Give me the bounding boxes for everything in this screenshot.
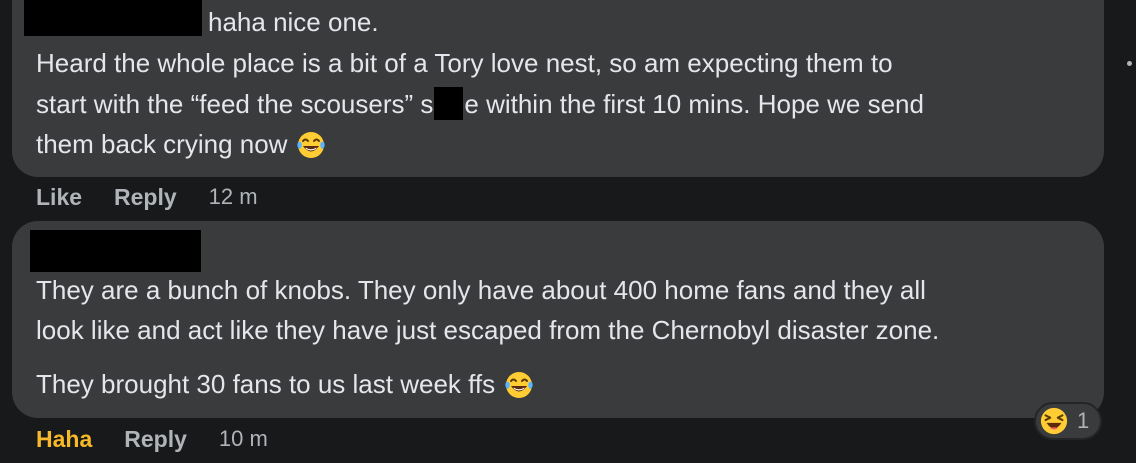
laughing-emoji xyxy=(1040,407,1068,435)
comment-text-line: They brought 30 fans to us last week ffs xyxy=(36,364,535,404)
like-button[interactable]: Like xyxy=(36,184,82,211)
comment-actions: Like Reply 12 m xyxy=(36,182,258,212)
comment-text-line: They are a bunch of knobs. They only hav… xyxy=(36,275,926,305)
comment-text-line: start with the “feed the scousers” s e wi… xyxy=(36,84,924,124)
more-options-icon[interactable] xyxy=(1127,61,1132,66)
redacted-commenter-name[interactable] xyxy=(30,230,201,272)
tears-of-joy-emoji xyxy=(505,372,533,398)
redacted-commenter-name[interactable] xyxy=(24,0,202,36)
comment-text-segment: e within the first 10 mins. Hope we send xyxy=(464,89,924,119)
reply-button[interactable]: Reply xyxy=(114,184,177,211)
haha-reaction-button[interactable]: Haha xyxy=(36,426,92,453)
comment-text-line: Heard the whole place is a bit of a Tory… xyxy=(36,48,893,78)
comment-text-line: them back crying now xyxy=(36,124,327,164)
comment-text-line: haha nice one. xyxy=(208,7,379,37)
censor-block xyxy=(434,87,464,120)
comment-text-segment: them back crying now xyxy=(36,129,288,159)
reply-button[interactable]: Reply xyxy=(124,426,187,453)
comment-text-segment: They brought 30 fans to us last week ffs xyxy=(36,369,496,399)
comment-text-line: look like and act like they have just es… xyxy=(36,315,940,345)
tears-of-joy-emoji xyxy=(297,132,326,158)
comment-text-segment: start with the “feed the scousers” s xyxy=(36,89,434,119)
comment-actions: Haha Reply 10 m xyxy=(36,424,268,454)
reaction-summary[interactable]: 1 xyxy=(1034,402,1102,440)
timestamp[interactable]: 12 m xyxy=(209,184,258,210)
reaction-count: 1 xyxy=(1077,408,1090,433)
timestamp[interactable]: 10 m xyxy=(219,426,268,452)
